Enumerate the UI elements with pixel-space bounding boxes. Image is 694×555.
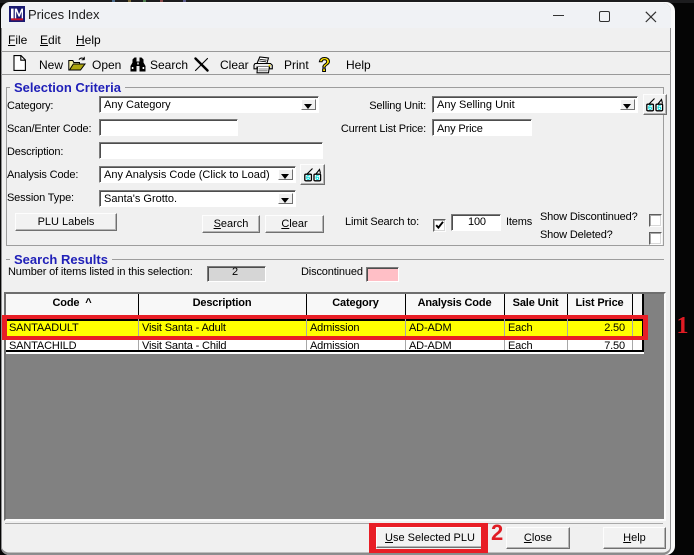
svg-text:?: ? — [318, 55, 330, 77]
svg-text:6: 6 — [315, 173, 319, 182]
svg-text:6: 6 — [657, 103, 661, 112]
svg-text:6: 6 — [648, 103, 652, 112]
svg-text:6: 6 — [306, 173, 310, 182]
